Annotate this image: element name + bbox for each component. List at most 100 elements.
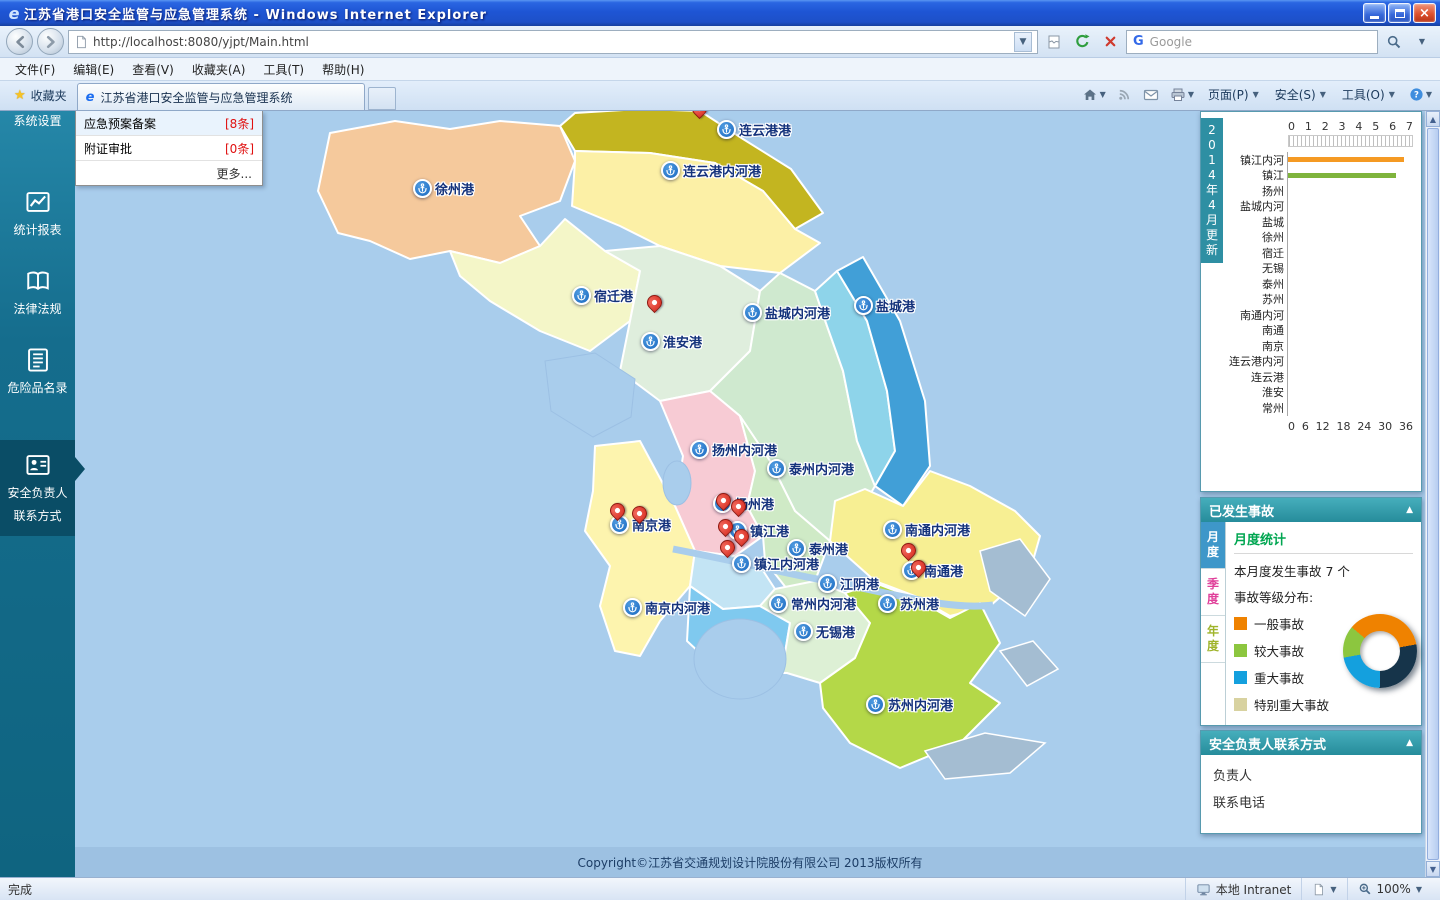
axis-tick-label: 7 (1405, 120, 1413, 133)
menu-item[interactable]: 工具(T) (254, 58, 313, 81)
read-mail-button[interactable] (1139, 85, 1163, 105)
menu-item[interactable]: 文件(F) (6, 58, 64, 81)
port-marker[interactable]: 盐城内河港 (743, 303, 830, 322)
chart-track (1287, 167, 1413, 183)
quick-panel-more[interactable]: 更多... (76, 161, 262, 185)
favorites-button[interactable]: ★ 收藏夹 (4, 83, 77, 110)
port-label: 南京内河港 (645, 602, 711, 617)
port-marker[interactable]: 泰州内河港 (767, 459, 854, 478)
axis-tick-label: 6 (1301, 419, 1309, 433)
scroll-up-button[interactable]: ▲ (1426, 111, 1440, 127)
collapse-icon[interactable]: ▲ (1406, 505, 1413, 515)
port-marker[interactable]: 淮安港 (641, 332, 702, 351)
print-button[interactable]: ▼ (1166, 85, 1198, 105)
location-pin-icon[interactable] (897, 539, 920, 562)
tab-title: 江苏省港口安全监管与应急管理系统 (100, 90, 293, 105)
active-item-arrow (75, 457, 85, 481)
chart-category-label: 泰州 (1262, 277, 1284, 291)
forward-button[interactable] (37, 28, 64, 55)
chart-track (1287, 198, 1413, 214)
sidebar-item[interactable]: 危险品名录 (0, 339, 75, 404)
search-button[interactable] (1382, 30, 1406, 54)
port-marker[interactable]: 南通内河港 (883, 520, 970, 539)
port-marker[interactable]: 南京内河港 (623, 598, 710, 617)
update-badge-char: 更 (1205, 228, 1218, 242)
port-marker[interactable]: 苏州内河港 (866, 695, 953, 714)
chart-track (1287, 400, 1413, 416)
port-marker[interactable]: 盐城港 (854, 296, 915, 315)
browser-window: e 江苏省港口安全监管与应急管理系统 - Windows Internet Ex… (0, 0, 1440, 900)
port-label: 扬州内河港 (712, 444, 778, 459)
new-tab-stub[interactable] (367, 87, 396, 110)
accident-tab-季度[interactable]: 季度 (1201, 569, 1225, 616)
port-bar-chart: 0 1 2 3 4 5 6 7 镇江内河 镇江 扬州 盐城内河 盐城 徐州 宿迁 无锡 泰州 苏州 南通内河 南通 南京… (1225, 112, 1421, 433)
chart-track (1287, 369, 1413, 385)
zoom-control[interactable]: 100% ▼ (1346, 878, 1432, 900)
port-marker[interactable]: 徐州港 (413, 179, 474, 198)
port-marker[interactable]: 扬州内河港 (690, 440, 777, 459)
quick-panel-row[interactable]: 应急预案备案 [8条] (76, 111, 262, 136)
chart-category-label: 镇江内河 (1240, 153, 1284, 167)
port-marker[interactable]: 镇江内河港 (732, 554, 819, 573)
quick-panel-row[interactable]: 附证审批 [0条] (76, 136, 262, 161)
status-right: 本地 Intranet ▼ 100% ▼ (1184, 878, 1432, 900)
chart-category-label: 无锡 (1262, 262, 1284, 276)
location-pin-icon[interactable] (688, 111, 711, 120)
sidebar-item[interactable]: 系统设置 (0, 111, 75, 137)
command-button[interactable]: 安全(S) ▼ (1268, 83, 1333, 106)
command-button[interactable]: 工具(O) ▼ (1335, 83, 1402, 106)
sidebar-item[interactable]: 安全负责人 联系方式 (0, 440, 75, 536)
vertical-scrollbar[interactable]: ▲ ▼ (1425, 111, 1440, 877)
search-dropdown[interactable]: ▼ (1410, 30, 1434, 54)
active-tab[interactable]: e 江苏省港口安全监管与应急管理系统 (76, 83, 365, 110)
location-pin-icon[interactable] (643, 291, 666, 314)
compatibility-button[interactable] (1042, 30, 1066, 54)
port-marker[interactable]: 苏州港 (878, 594, 939, 613)
accident-tab-月度[interactable]: 月度 (1201, 522, 1225, 569)
scroll-down-button[interactable]: ▼ (1426, 861, 1440, 877)
port-marker[interactable]: 江阴港 (818, 574, 879, 593)
feeds-button[interactable] (1113, 85, 1136, 104)
chart-category-label: 连云港 (1251, 370, 1284, 384)
refresh-button[interactable] (1070, 30, 1094, 54)
port-chart-panel: 2014年4月更新 0 1 2 3 4 5 6 7 镇江内河 镇江 扬州 盐城内河 盐城 徐州 宿迁 无锡 泰州… (1200, 111, 1422, 492)
home-button[interactable]: ▼ (1078, 85, 1110, 105)
update-badge-char: 0 (1208, 138, 1216, 152)
contact-panel-header[interactable]: 安全负责人联系方式 ▲ (1201, 731, 1421, 755)
command-button[interactable]: 页面(P) ▼ (1201, 83, 1266, 106)
help-button[interactable]: ? ▼ (1405, 85, 1436, 104)
port-marker[interactable]: 无锡港 (794, 622, 855, 641)
accident-panel-header[interactable]: 已发生事故 ▲ (1201, 498, 1421, 522)
address-dropdown[interactable]: ▼ (1014, 31, 1032, 52)
sidebar-item[interactable]: 法律法规 (0, 260, 75, 325)
update-badge-char: 2 (1208, 123, 1216, 137)
menu-item[interactable]: 查看(V) (123, 58, 183, 81)
port-marker[interactable]: 连云港港 (717, 120, 791, 139)
map-area[interactable]: 连云港港 连云港内河港 徐州港 宿迁港 淮安港 盐城内河港 盐城港 扬州内河港 泰州内河港 扬州港… (75, 111, 1425, 877)
accident-tab-年度[interactable]: 年度 (1201, 616, 1225, 663)
close-button[interactable]: × (1413, 3, 1436, 23)
chart-category-label: 淮安 (1262, 386, 1284, 400)
menu-item[interactable]: 收藏夹(A) (183, 58, 255, 81)
scrollbar-thumb[interactable] (1427, 128, 1439, 860)
search-box[interactable]: G Google (1126, 29, 1378, 54)
chart-category-label: 宿迁 (1262, 246, 1284, 260)
menu-item[interactable]: 编辑(E) (64, 58, 123, 81)
page-mode[interactable]: ▼ (1301, 878, 1346, 900)
menu-item[interactable]: 帮助(H) (313, 58, 373, 81)
restore-button[interactable] (1388, 3, 1411, 23)
update-badge-char: 4 (1208, 168, 1216, 182)
stop-button[interactable] (1098, 30, 1122, 54)
chart-row: 南通内河 (1225, 307, 1413, 323)
port-marker[interactable]: 连云港内河港 (661, 161, 761, 180)
collapse-icon[interactable]: ▲ (1406, 738, 1413, 748)
anchor-icon (572, 286, 591, 305)
minimize-button[interactable] (1363, 3, 1386, 23)
port-marker[interactable]: 常州内河港 (769, 594, 856, 613)
back-button[interactable] (6, 28, 33, 55)
port-marker[interactable]: 宿迁港 (572, 286, 633, 305)
anchor-icon (883, 520, 902, 539)
address-field[interactable]: http://localhost:8080/yjpt/Main.html ▼ (68, 29, 1038, 54)
anchor-icon (641, 332, 660, 351)
sidebar-item[interactable]: 统计报表 (0, 181, 75, 246)
